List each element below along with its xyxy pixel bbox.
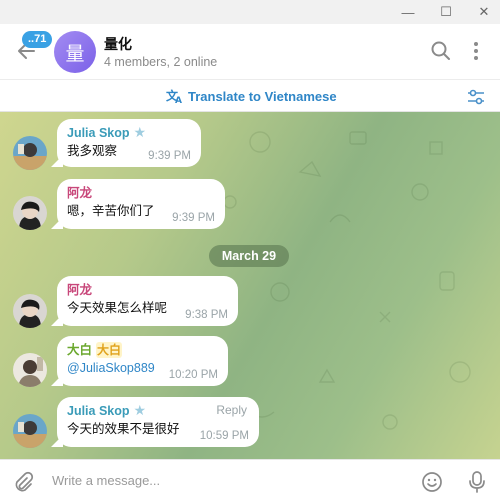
avatar-along[interactable]	[13, 196, 47, 230]
message-sender[interactable]: 阿龙	[67, 282, 228, 298]
attach-button[interactable]	[12, 471, 34, 493]
star-badge-icon: ★	[133, 125, 147, 141]
minimize-icon: —	[401, 4, 415, 20]
message-list[interactable]: Julia Skop ★ 我多观察 9:39 PM 阿龙 嗯，辛苦你们了 9:3…	[0, 112, 500, 459]
sender-name: 阿龙	[67, 186, 93, 200]
group-avatar-letter: 量	[65, 42, 85, 65]
maximize-icon: ☐	[440, 4, 452, 19]
search-button[interactable]	[430, 40, 452, 62]
svg-text:A: A	[175, 96, 182, 104]
message-composer: Write a message...	[0, 459, 500, 504]
user-avatar-image	[13, 353, 47, 387]
more-vertical-icon	[474, 42, 478, 60]
user-avatar-image	[13, 414, 47, 448]
sender-name: Julia Skop	[67, 126, 130, 140]
avatar-along[interactable]	[13, 294, 47, 328]
message-sender[interactable]: 阿龙	[67, 185, 215, 201]
message-bubble[interactable]: Julia Skop ★ 我多观察 9:39 PM	[51, 119, 201, 167]
avatar-julia-skop[interactable]	[13, 136, 47, 170]
user-avatar-image	[13, 136, 47, 170]
dabai-sticker-badge: 大白	[96, 342, 123, 358]
message-bubble[interactable]: 阿龙 嗯，辛苦你们了 9:39 PM	[51, 179, 225, 229]
date-separator: March 29	[209, 245, 289, 267]
more-button[interactable]	[465, 40, 487, 62]
message-time: 9:38 PM	[185, 309, 228, 321]
message-time: 10:20 PM	[168, 369, 218, 381]
message-input[interactable]: Write a message...	[52, 473, 160, 488]
group-avatar[interactable]: 量	[54, 31, 96, 73]
sliders-icon	[468, 89, 484, 105]
window-titlebar: — ☐ ✕	[0, 0, 500, 24]
user-avatar-image	[13, 196, 47, 230]
unread-count-badge: ..71	[22, 31, 53, 48]
message-time: 10:59 PM	[199, 430, 249, 442]
star-badge-icon: ★	[133, 403, 147, 419]
maximize-button[interactable]: ☐	[430, 0, 462, 24]
search-icon	[431, 41, 450, 60]
avatar-dabai[interactable]	[13, 353, 47, 387]
reply-button[interactable]: Reply	[216, 403, 247, 417]
emoji-button[interactable]	[421, 471, 443, 493]
translate-bar: 文A Translate to Vietnamese	[0, 81, 500, 112]
user-avatar-image	[13, 294, 47, 328]
close-icon: ✕	[478, 4, 490, 19]
chat-header: ..71 量 量化 4 members, 2 online	[0, 24, 500, 80]
microphone-icon	[469, 471, 485, 493]
sender-name: 阿龙	[67, 283, 93, 297]
sender-name: 大白	[67, 343, 93, 357]
close-button[interactable]: ✕	[468, 0, 500, 24]
minimize-button[interactable]: —	[392, 0, 424, 24]
message-bubble[interactable]: 大白 大白 @JuliaSkop889 10:20 PM	[51, 336, 228, 386]
paperclip-icon	[15, 471, 34, 492]
message-bubble[interactable]: Julia Skop ★ Reply 今天的效果不是很好 10:59 PM	[51, 397, 259, 447]
chat-title[interactable]: 量化	[104, 34, 132, 54]
voice-record-button[interactable]	[466, 470, 488, 494]
translate-settings-button[interactable]	[466, 87, 486, 107]
translate-icon: 文A	[166, 88, 182, 104]
message-sender[interactable]: 大白 大白	[67, 342, 218, 358]
avatar-julia-skop[interactable]	[13, 414, 47, 448]
chat-subtitle: 4 members, 2 online	[104, 55, 218, 69]
message-bubble[interactable]: 阿龙 今天效果怎么样呢 9:38 PM	[51, 276, 238, 326]
sender-name: Julia Skop	[67, 404, 130, 418]
message-time: 9:39 PM	[148, 150, 191, 162]
message-sender[interactable]: Julia Skop ★	[67, 125, 191, 141]
emoji-icon	[422, 472, 442, 492]
translate-button[interactable]: 文A Translate to Vietnamese	[166, 88, 337, 104]
translate-label: Translate to Vietnamese	[188, 88, 337, 104]
message-time: 9:39 PM	[172, 212, 215, 224]
